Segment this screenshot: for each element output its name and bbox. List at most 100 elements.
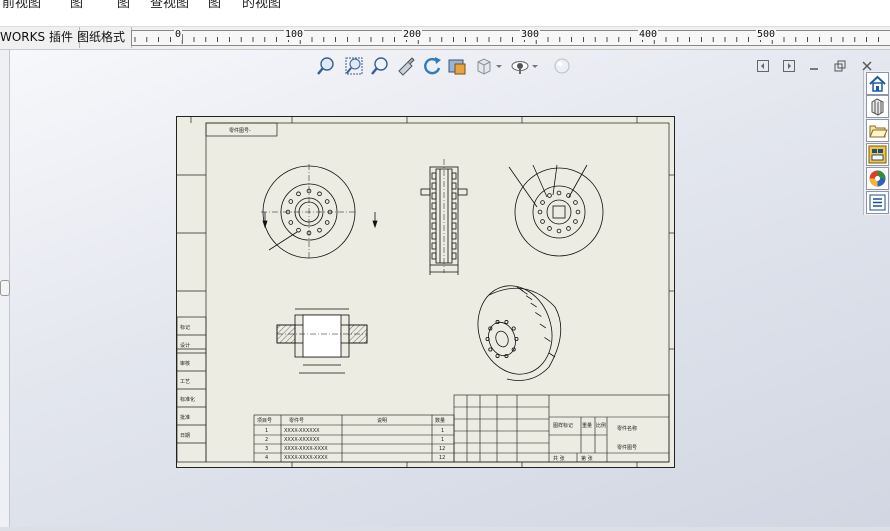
section-view-icon[interactable] [447,56,467,76]
tread-tooth [451,252,457,260]
view-palette-icon[interactable] [866,143,889,166]
bolt-hole [288,199,294,204]
side-view-wheel[interactable] [420,159,468,275]
drawing-canvas: 零件图号- 标记 设计 审核 工艺 标准化 批准 日期 项目号 零件号 说明 数… [177,117,674,467]
ruler-ticks [134,34,879,44]
tread-tooth [431,202,437,210]
bom-header-no: 项目号 [257,418,272,424]
tread-tooth [431,212,437,220]
tread-tooth [431,192,437,200]
bolt-hole [556,228,562,234]
isometric-view-wheel[interactable] [467,276,563,384]
menu-item-view-2[interactable]: 图 [70,0,83,11]
side-label-2: 审核 [180,360,190,367]
title-block-sheet-no: 第 张 [581,455,593,462]
home-icon[interactable] [866,72,889,95]
bolt-hole [573,219,578,224]
tread-tooth [431,172,437,180]
bom-row-part: XXXX-XXXXXX [284,428,320,434]
tread-tooth [451,192,457,200]
bolt-hole [288,220,294,225]
status-strip [0,527,890,531]
tab-solidworks-addins[interactable]: WORKS 插件 [0,27,80,48]
tread-rib [544,337,551,342]
minimize-icon[interactable] [808,60,820,72]
menu-item-view-3[interactable]: 图 [117,0,130,11]
bolt-hole [495,353,500,358]
bom-row-no: 4 [265,455,268,461]
bolt-hole [540,200,545,205]
appearances-icon[interactable] [866,167,889,190]
bom-row-qty: 1 [441,428,444,434]
tread-tooth [431,222,437,230]
menu-item-view-6[interactable]: 的视图 [242,0,281,11]
panel-grip-handle[interactable] [0,280,10,296]
title-block-drawing-no: 零件图号 [617,444,637,451]
tread-tooth [451,232,457,240]
side-label-4: 标准化 [180,396,195,403]
title-block-scale-label: 比例 [596,422,606,429]
bolt-hole [296,227,301,233]
title-block-weight-label: 重量 [582,422,592,429]
custom-properties-icon[interactable] [866,191,889,214]
bolt-hole [575,209,581,215]
bolt-hole [504,320,509,325]
front-view-wheel[interactable] [261,164,378,260]
arrange-left-icon[interactable] [757,60,769,72]
bom-row-part: XXXX-XXXX-XXXX [284,455,328,461]
bolt-hole [324,220,330,225]
design-library-icon[interactable] [866,95,889,118]
appearance-icon[interactable] [552,56,572,76]
zoom-in-out-icon[interactable] [370,56,390,76]
left-panel-collapsed[interactable] [0,50,10,527]
chevron-down-icon[interactable] [530,56,540,76]
tread-rib [535,312,542,317]
tread-tooth [431,232,437,240]
tread-tooth [431,182,437,190]
drawing-sheet[interactable]: 零件图号- 标记 设计 审核 工艺 标准化 批准 日期 项目号 零件号 说明 数… [176,116,675,468]
bom-header-desc: 说明 [377,417,387,424]
bom-row-qty: 12 [439,455,445,461]
menu-item-view-5[interactable]: 图 [208,0,221,11]
ruler-label-400: 400 [638,29,659,40]
ruler-label-0: 0 [174,29,183,40]
title-tag: 零件图号- [229,127,251,134]
bolt-hole [537,209,543,215]
zoom-to-fit-icon[interactable] [316,56,336,76]
previous-view-icon[interactable] [396,56,416,76]
restore-icon[interactable] [834,60,846,72]
arrange-right-icon[interactable] [783,60,795,72]
ruler-label-200: 200 [402,29,423,40]
side-label-6: 日期 [180,433,190,439]
tread-tooth [431,242,437,250]
bolt-hole [317,227,322,233]
tread-rib [530,302,537,308]
tread-tooth [451,182,457,190]
menu-item-front-view[interactable]: 前视图 [2,0,41,11]
bom-header-part: 零件号 [289,417,304,424]
bolt-hole [317,191,322,197]
bom-row-no: 1 [265,428,268,434]
tread-rib [539,323,547,329]
menu-item-view-4[interactable]: 查视图 [150,0,189,11]
file-explorer-icon[interactable] [866,119,889,142]
menu-bar: 前视图 图 图 查视图 图 的视图 [0,0,890,27]
tread-tooth [451,172,457,180]
rotate-icon[interactable] [422,56,442,76]
heads-up-view-toolbar [316,56,576,78]
zoom-area-icon[interactable] [344,56,364,76]
chevron-down-icon[interactable] [494,56,504,76]
horizontal-ruler: 0 100 200 300 400 500 [131,29,890,46]
bom-row-qty: 1 [441,437,444,443]
tab-sheet-format[interactable]: 图纸格式 [71,27,133,48]
section-view[interactable] [276,308,368,374]
side-label-5: 批准 [180,414,190,421]
bom-row-qty: 12 [439,446,445,452]
side-label-1: 设计 [180,342,190,349]
task-pane [863,71,890,215]
right-view-wheel[interactable] [508,164,604,257]
side-label-0: 标记 [180,324,190,331]
display-style-icon[interactable] [474,56,494,76]
hide-show-icon[interactable] [510,56,530,76]
inner-frame [205,122,670,463]
